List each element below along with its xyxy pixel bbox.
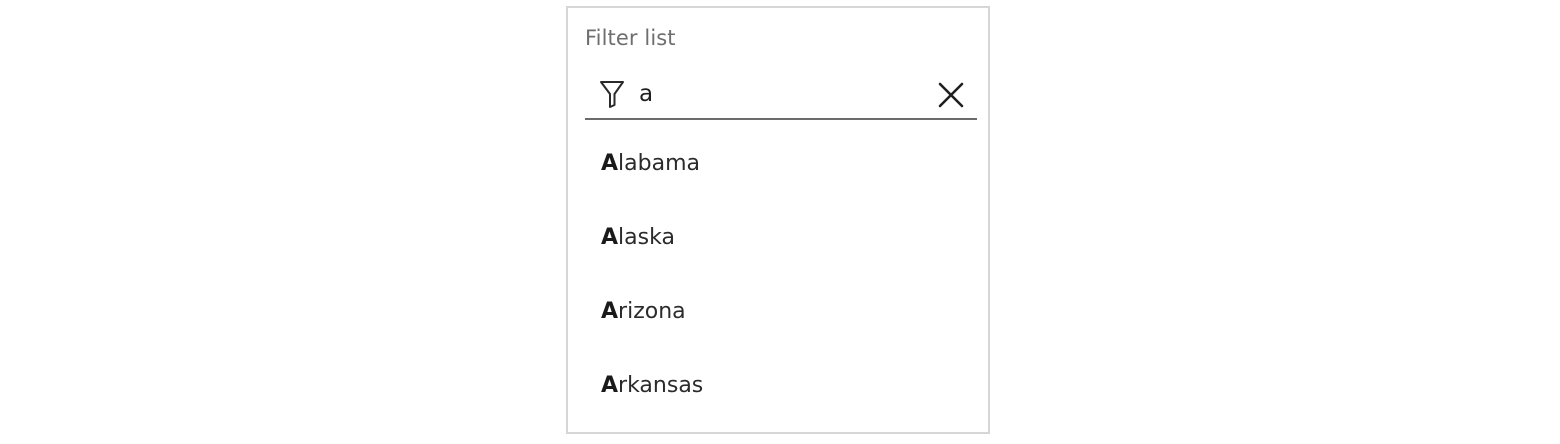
item-label-rest: rizona (618, 298, 686, 324)
list-item[interactable]: Alabama (585, 126, 977, 200)
list-item[interactable]: Alaska (585, 200, 977, 274)
filter-search-row (585, 70, 977, 120)
filter-input[interactable] (639, 74, 919, 114)
list-item[interactable]: Arkansas (585, 348, 977, 422)
filter-icon (600, 81, 624, 108)
match-highlight: A (601, 150, 619, 176)
item-label-rest: laska (618, 224, 675, 250)
match-highlight: A (601, 372, 619, 398)
match-highlight: A (601, 224, 619, 250)
close-icon (938, 82, 964, 108)
item-label-rest: labama (618, 150, 700, 176)
match-highlight: A (601, 298, 619, 324)
filter-list-panel: Filter list Alabama Alaska Arizona Arkan… (566, 6, 990, 434)
clear-filter-button[interactable] (933, 77, 969, 113)
filter-list-label: Filter list (585, 26, 676, 50)
item-label-rest: rkansas (618, 372, 704, 398)
filtered-results-list: Alabama Alaska Arizona Arkansas (585, 126, 977, 422)
list-item[interactable]: Arizona (585, 274, 977, 348)
